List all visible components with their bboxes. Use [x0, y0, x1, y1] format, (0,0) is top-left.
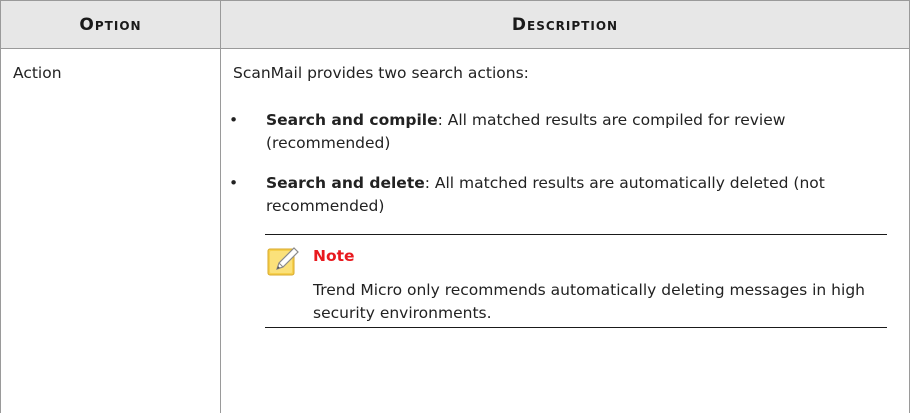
- bullet-marker: •: [229, 109, 238, 132]
- note-pencil-icon: [267, 245, 299, 277]
- note-label: Note: [313, 247, 355, 265]
- table-header-row: Option Description: [1, 1, 910, 49]
- bullet-term: Search and delete: [266, 174, 425, 192]
- column-header-description: Description: [221, 1, 910, 49]
- note-top-divider: [265, 234, 887, 235]
- table-row: Action ScanMail provides two search acti…: [1, 49, 910, 413]
- description-intro: ScanMail provides two search actions:: [233, 64, 529, 82]
- column-header-option: Option: [1, 1, 221, 49]
- note-bottom-divider: [265, 327, 887, 328]
- option-cell: Action: [1, 49, 221, 413]
- bullet-item-search-and-compile: Search and compile: All matched results …: [266, 109, 886, 155]
- bullet-marker: •: [229, 172, 238, 195]
- bullet-term: Search and compile: [266, 111, 438, 129]
- bullet-item-search-and-delete: Search and delete: All matched results a…: [266, 172, 886, 218]
- note-text: Trend Micro only recommends automaticall…: [313, 279, 873, 325]
- description-cell: ScanMail provides two search actions: • …: [221, 49, 910, 413]
- options-table: Option Description Action ScanMail provi…: [0, 0, 910, 413]
